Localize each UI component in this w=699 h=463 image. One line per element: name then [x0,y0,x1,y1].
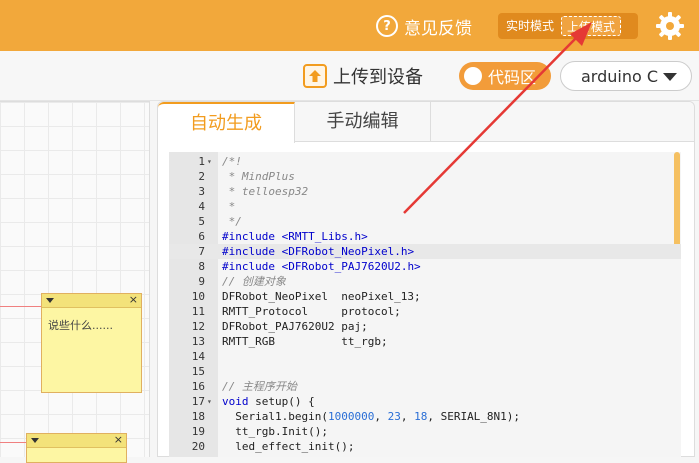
feedback-label: 意见反馈 [404,18,472,39]
code-line[interactable]: 13 RMTT_RGB tt_rgb; [169,334,681,349]
code-line[interactable]: 17 ▾ void setup() { [169,394,681,409]
line-number: 1 [198,155,205,168]
code-text: */ [222,215,242,228]
line-number: 6 [198,230,205,243]
question-icon: ? [376,15,398,37]
comment-note[interactable]: × [26,433,127,463]
line-number: 9 [198,275,205,288]
code-line[interactable]: 9 // 创建对象 [169,274,681,289]
upload-to-device-button[interactable]: 上传到设备 [303,63,423,89]
line-number: 14 [191,350,205,363]
code-line[interactable]: 8 #include <DFRobot_PAJ7620U2.h> [169,259,681,274]
realtime-mode-button[interactable]: 实时模式 [501,16,559,36]
line-number: 10 [191,290,205,303]
code-text: #include <DFRobot_PAJ7620U2.h> [222,260,421,273]
note-header[interactable]: × [42,293,141,308]
code-text: tt_rgb.Init(); [222,425,328,438]
line-number: 12 [191,320,205,333]
line-number: 17 [191,395,205,408]
code-line[interactable]: 2 * MindPlus [169,169,681,184]
code-line[interactable]: 12 DFRobot_PAJ7620U2 paj; [169,319,681,334]
upload-label: 上传到设备 [333,67,423,88]
code-line[interactable]: 11 RMTT_Protocol protocol; [169,304,681,319]
line-number: 3 [198,185,205,198]
line-number: 4 [198,200,205,213]
upload-arrow-icon [303,64,327,88]
code-text: /*! [222,155,242,168]
code-text: RMTT_RGB tt_rgb; [222,335,388,348]
board-select-value: arduino C [581,66,659,86]
connection-line [0,306,42,307]
connection-line [0,442,28,443]
code-line[interactable]: 6 #include <RMTT_Libs.h> [169,229,681,244]
line-number: 15 [191,365,205,378]
code-text: * telloesp32 [222,185,309,198]
code-text: Serial1.begin(1000000, 23, 18, SERIAL_8N… [222,410,521,423]
code-line[interactable]: 7 #include <DFRobot_NeoPixel.h> [169,244,681,259]
line-number: 20 [191,440,205,453]
code-line[interactable]: 1 ▾ /*! [169,154,681,169]
feedback-button[interactable]: ? 意见反馈 [376,13,472,39]
code-line[interactable]: 20 led_effect_init(); [169,439,681,454]
line-number: 13 [191,335,205,348]
code-editor[interactable]: 1 ▾/*! 2 * MindPlus 3 * telloesp32 4 * 5 */6 #… [169,152,681,457]
line-number: 5 [198,215,205,228]
block-workspace[interactable] [0,101,150,457]
code-line[interactable]: 10 DFRobot_NeoPixel neoPixel_13; [169,289,681,304]
top-bar: ? 意见反馈 实时模式 上传模式 [0,0,699,51]
code-line[interactable]: 18 Serial1.begin(1000000, 23, 18, SERIAL… [169,409,681,424]
code-toggle-label: 代码区 [488,68,537,87]
line-number: 2 [198,170,205,183]
code-text: RMTT_Protocol protocol; [222,305,401,318]
code-text: DFRobot_PAJ7620U2 paj; [222,320,368,333]
tab-auto-generate[interactable]: 自动生成 [158,102,295,143]
gear-icon[interactable] [655,11,685,41]
code-line[interactable]: 19 tt_rgb.Init(); [169,424,681,439]
code-text: // 创建对象 [222,275,286,288]
code-panel: 自动生成 手动编辑 1 ▾/*! 2 * MindPlus 3 * telloesp3… [157,101,695,457]
code-line[interactable]: 5 */ [169,214,681,229]
line-number: 19 [191,425,205,438]
line-number: 8 [198,260,205,273]
code-text: DFRobot_NeoPixel neoPixel_13; [222,290,421,303]
line-number: 11 [191,305,205,318]
code-text: #include <RMTT_Libs.h> [222,230,368,243]
fold-icon[interactable]: ▾ [207,154,212,169]
line-number: 16 [191,380,205,393]
code-line[interactable]: 15 [169,364,681,379]
line-number: 18 [191,410,205,423]
tab-manual-edit[interactable]: 手动编辑 [295,102,431,142]
line-number: 7 [198,245,205,258]
close-icon[interactable]: × [129,293,138,306]
code-area-toggle[interactable]: 代码区 [459,62,551,90]
code-line[interactable]: 4 * [169,199,681,214]
collapse-icon[interactable] [46,298,54,303]
comment-note[interactable]: × 说些什么...... [41,293,142,393]
code-text: led_effect_init(); [222,440,355,453]
chevron-down-icon [663,73,677,81]
code-text: void setup() { [222,395,315,408]
note-text[interactable]: 说些什么...... [42,308,141,342]
board-select[interactable]: arduino C [560,61,692,91]
code-line[interactable]: 3 * telloesp32 [169,184,681,199]
upload-mode-button[interactable]: 上传模式 [561,16,622,36]
note-header[interactable]: × [27,433,126,448]
code-text: * MindPlus [222,170,295,183]
mode-switch[interactable]: 实时模式 上传模式 [498,13,638,39]
collapse-icon[interactable] [31,438,39,443]
code-text: #include <DFRobot_NeoPixel.h> [222,245,415,258]
code-text: // 主程序开始 [222,380,297,393]
close-icon[interactable]: × [114,433,123,446]
code-text: * [222,200,236,213]
code-line[interactable]: 16 // 主程序开始 [169,379,681,394]
toggle-knob [464,67,482,85]
fold-icon[interactable]: ▾ [207,394,212,409]
code-tabs: 自动生成 手动编辑 [158,102,694,143]
code-line[interactable]: 14 [169,349,681,364]
